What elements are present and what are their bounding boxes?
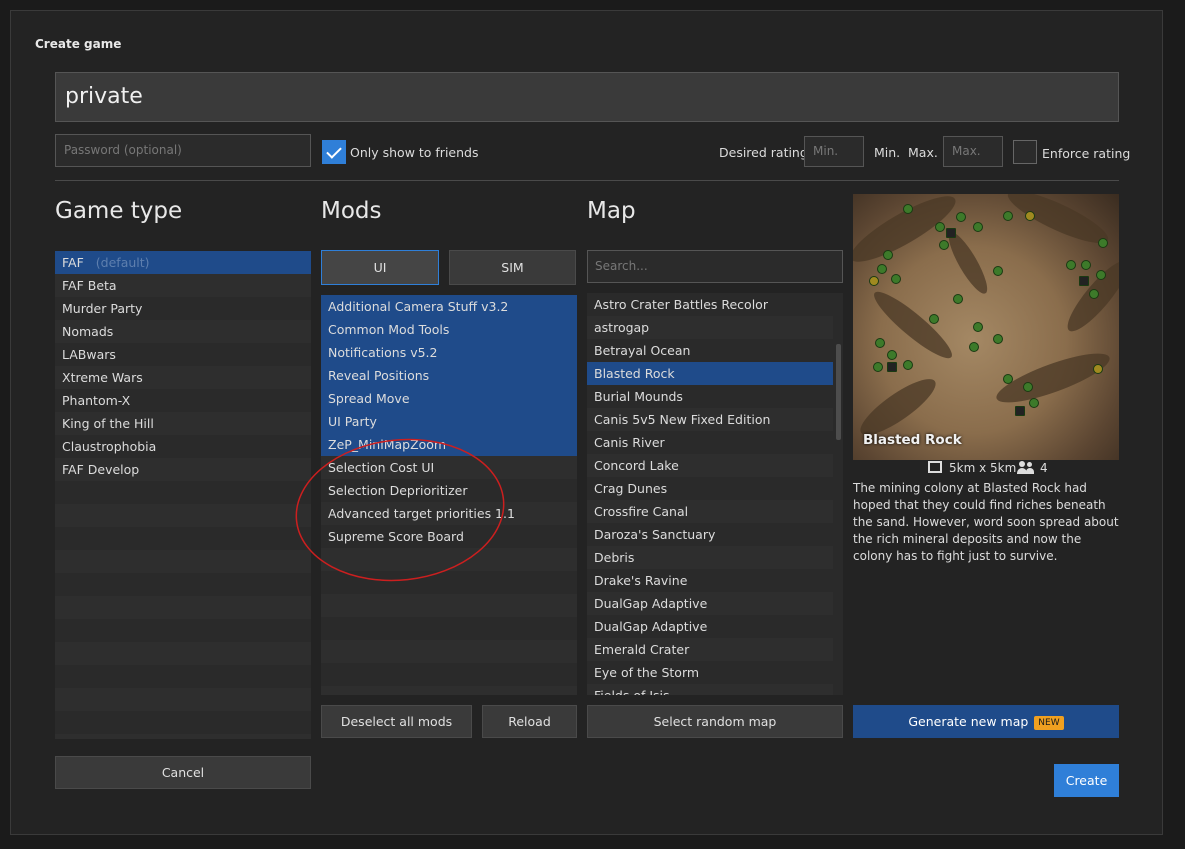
map-heading: Map — [587, 198, 636, 224]
desired-rating-label: Desired rating — [719, 145, 808, 160]
game-type-heading: Game type — [55, 198, 183, 224]
max-label: Max. — [908, 145, 938, 160]
empty-row — [321, 686, 577, 695]
empty-row — [321, 594, 577, 617]
empty-row — [55, 573, 311, 596]
empty-row — [55, 550, 311, 573]
empty-row — [55, 734, 311, 739]
map-item[interactable]: Burial Mounds — [587, 385, 833, 408]
players-icon — [1017, 461, 1035, 475]
player-count: 4 — [1040, 461, 1048, 475]
dialog-title: Create game — [35, 37, 122, 51]
tab-ui-mods[interactable]: UI — [321, 250, 439, 285]
mod-item[interactable]: Notifications v5.2 — [321, 341, 577, 364]
enforce-rating-label: Enforce rating — [1042, 146, 1131, 161]
game-type-item[interactable]: Nomads — [55, 320, 311, 343]
mod-item[interactable]: Additional Camera Stuff v3.2 — [321, 295, 577, 318]
mods-heading: Mods — [321, 198, 382, 224]
empty-row — [55, 619, 311, 642]
empty-row — [321, 617, 577, 640]
game-name-input[interactable]: private — [55, 72, 1119, 122]
map-item[interactable]: Eye of the Storm — [587, 661, 833, 684]
friends-only-checkbox[interactable] — [322, 140, 346, 164]
select-random-map-button[interactable]: Select random map — [587, 705, 843, 738]
tab-sim-mods[interactable]: SIM — [449, 250, 576, 285]
empty-row — [55, 504, 311, 527]
enforce-rating-checkbox[interactable] — [1013, 140, 1037, 164]
map-item[interactable]: DualGap Adaptive — [587, 592, 833, 615]
game-type-item[interactable]: FAF (default) — [55, 251, 311, 274]
map-item[interactable]: Canis River — [587, 431, 833, 454]
map-preview-image: Blasted Rock — [853, 194, 1119, 460]
empty-row — [55, 527, 311, 550]
game-type-item[interactable]: FAF Beta — [55, 274, 311, 297]
empty-row — [55, 665, 311, 688]
create-game-dialog: Create game private Password (optional) … — [10, 10, 1163, 835]
game-type-item[interactable]: Xtreme Wars — [55, 366, 311, 389]
map-item[interactable]: Concord Lake — [587, 454, 833, 477]
map-item[interactable]: Daroza's Sanctuary — [587, 523, 833, 546]
empty-row — [321, 663, 577, 686]
map-list-scrollbar[interactable] — [836, 344, 841, 440]
cancel-button[interactable]: Cancel — [55, 756, 311, 789]
game-type-list: FAF (default) FAF Beta Murder Party Nomad… — [55, 251, 311, 739]
empty-row — [55, 711, 311, 734]
game-type-item[interactable]: Murder Party — [55, 297, 311, 320]
map-description: The mining colony at Blasted Rock had ho… — [853, 481, 1119, 563]
max-rating-input[interactable]: Max. — [943, 136, 1003, 167]
map-item[interactable]: Debris — [587, 546, 833, 569]
annotation-ellipse — [295, 438, 505, 582]
divider — [55, 180, 1119, 181]
deselect-all-mods-button[interactable]: Deselect all mods — [321, 705, 472, 738]
new-badge: NEW — [1034, 716, 1064, 730]
mod-item[interactable]: Spread Move — [321, 387, 577, 410]
map-item[interactable]: Fields of Isis — [587, 684, 833, 695]
map-item[interactable]: DualGap Adaptive — [587, 615, 833, 638]
map-item[interactable]: Emerald Crater — [587, 638, 833, 661]
empty-row — [55, 642, 311, 665]
create-button[interactable]: Create — [1054, 764, 1119, 797]
map-item[interactable]: Canis 5v5 New Fixed Edition — [587, 408, 833, 431]
game-type-item[interactable]: King of the Hill — [55, 412, 311, 435]
min-rating-input[interactable]: Min. — [804, 136, 864, 167]
empty-row — [55, 688, 311, 711]
generate-new-map-button[interactable]: Generate new map NEW — [853, 705, 1119, 738]
reload-mods-button[interactable]: Reload — [482, 705, 577, 738]
game-type-item[interactable]: Claustrophobia — [55, 435, 311, 458]
empty-row — [55, 481, 311, 504]
map-size: 5km x 5km — [949, 461, 1017, 475]
mod-item[interactable]: Reveal Positions — [321, 364, 577, 387]
game-type-item[interactable]: FAF Develop — [55, 458, 311, 481]
empty-row — [321, 640, 577, 663]
password-field[interactable]: Password (optional) — [55, 134, 311, 167]
game-type-item[interactable]: LABwars — [55, 343, 311, 366]
map-list: Astro Crater Battles Recolor astrogap Be… — [587, 293, 833, 695]
game-type-item[interactable]: Phantom-X — [55, 389, 311, 412]
map-preview-name: Blasted Rock — [863, 432, 962, 448]
map-item[interactable]: Crossfire Canal — [587, 500, 833, 523]
map-size-icon — [928, 461, 942, 473]
map-item[interactable]: astrogap — [587, 316, 833, 339]
friends-only-label: Only show to friends — [350, 145, 479, 160]
map-item[interactable]: Betrayal Ocean — [587, 339, 833, 362]
map-item[interactable]: Drake's Ravine — [587, 569, 833, 592]
map-item[interactable]: Crag Dunes — [587, 477, 833, 500]
map-item[interactable]: Astro Crater Battles Recolor — [587, 293, 833, 316]
generate-label: Generate new map — [908, 714, 1029, 729]
empty-row — [55, 596, 311, 619]
map-search-input[interactable]: Search... — [587, 250, 843, 283]
map-item[interactable]: Blasted Rock — [587, 362, 833, 385]
mod-item[interactable]: Common Mod Tools — [321, 318, 577, 341]
min-label: Min. — [874, 145, 901, 160]
